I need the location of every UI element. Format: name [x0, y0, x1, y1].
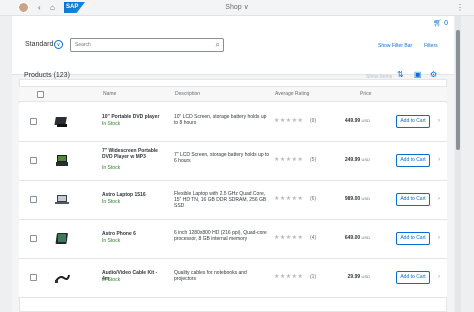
- dvd-player-image: [54, 117, 67, 127]
- product-description: Flexible Laptop with 2.5 GHz Quad Core, …: [174, 191, 267, 209]
- app-title-menu[interactable]: Shop ∨: [0, 3, 474, 11]
- currency: USD: [361, 118, 370, 123]
- column-header-rating[interactable]: Average Rating: [275, 91, 309, 97]
- product-description: 7" LCD Screen, storage battery holds up …: [174, 152, 270, 164]
- product-price: 249.99 USD: [332, 157, 370, 163]
- add-to-cart-button[interactable]: Add to Cart: [396, 154, 430, 167]
- cart-icon: 🛒︎: [433, 20, 443, 27]
- column-header-price[interactable]: Price: [360, 91, 371, 97]
- currency: USD: [361, 235, 370, 240]
- currency: USD: [361, 274, 370, 279]
- phone-image: [55, 233, 68, 244]
- show-filter-bar-link[interactable]: Show Filter Bar: [378, 43, 412, 49]
- more-icon[interactable]: ⋮: [456, 2, 464, 14]
- search-icon[interactable]: ⌕: [216, 40, 220, 50]
- price-value: 449.99: [344, 118, 361, 124]
- rating-stars: ★★★★★: [274, 157, 304, 163]
- column-header-description[interactable]: Description: [175, 91, 200, 97]
- row-navigation-icon[interactable]: ›: [438, 235, 440, 241]
- product-name[interactable]: 7" Widescreen Portable DVD Player w MP3: [102, 148, 164, 160]
- row-navigation-icon[interactable]: ›: [438, 274, 440, 280]
- add-to-cart-button[interactable]: Add to Cart: [396, 271, 430, 284]
- row-checkbox[interactable]: [30, 118, 37, 125]
- sort-icon[interactable]: ⇅: [397, 70, 404, 79]
- add-to-cart-button[interactable]: Add to Cart: [396, 193, 430, 206]
- product-name[interactable]: 10" Portable DVD player: [102, 114, 164, 120]
- product-price: 29.99 USD: [332, 274, 370, 280]
- table-row[interactable]: Astro Phone 6 In Stock 6 inch 1280x800 H…: [19, 220, 447, 259]
- price-value: 249.99: [344, 157, 361, 163]
- row-navigation-icon[interactable]: ›: [438, 196, 440, 202]
- stock-status: In Stock: [102, 238, 121, 244]
- page-content: 🛒︎ 0 Standard ∨ Search ⌕ Show Filter Bar…: [12, 16, 454, 312]
- group-icon[interactable]: ▣: [414, 70, 422, 79]
- stock-status: In Stock: [102, 199, 121, 205]
- row-checkbox[interactable]: [30, 235, 37, 242]
- product-description: Quality cables for notebooks and project…: [174, 270, 247, 282]
- currency: USD: [361, 196, 370, 201]
- shell-bar: ‹ ⌂ SAP Shop ∨ ⋮: [0, 0, 474, 16]
- currency: USD: [361, 157, 370, 162]
- row-checkbox[interactable]: [30, 157, 37, 164]
- price-value: 29.99: [347, 274, 361, 280]
- select-all-checkbox[interactable]: [37, 91, 44, 98]
- product-name[interactable]: Astro Phone 6: [102, 231, 164, 237]
- filters-link[interactable]: Filters: [424, 43, 438, 49]
- price-value: 649.00: [344, 235, 361, 241]
- variant-title[interactable]: Standard: [25, 41, 53, 48]
- rating-count: (5): [310, 157, 317, 163]
- column-header-name[interactable]: Name: [103, 91, 116, 97]
- stock-status: In Stock: [102, 165, 121, 171]
- stock-status: In Stock: [102, 277, 121, 283]
- rating-count: (6): [310, 196, 317, 202]
- product-price: 989.00 USD: [332, 196, 370, 202]
- rating-count: (9): [310, 118, 317, 124]
- table-row[interactable]: 7" Widescreen Portable DVD Player w MP3 …: [19, 142, 447, 181]
- table-header: Name Description Average Rating Price: [19, 86, 447, 102]
- app-title: Shop: [225, 4, 242, 11]
- table-row[interactable]: Astro Laptop 1516 In Stock Flexible Lapt…: [19, 181, 447, 220]
- add-to-cart-button[interactable]: Add to Cart: [396, 232, 430, 245]
- widescreen-dvd-player-image: [56, 155, 68, 166]
- product-name[interactable]: Astro Laptop 1516: [102, 192, 164, 198]
- cart-button[interactable]: 🛒︎ 0: [433, 19, 448, 27]
- laptop-image: [55, 195, 69, 204]
- product-description: 6 inch 1280x800 HD (216 ppi), Quad-core …: [174, 230, 267, 242]
- rating-stars: ★★★★★: [274, 118, 304, 124]
- product-price: 649.00 USD: [332, 235, 370, 241]
- settings-gear-icon[interactable]: ⚙: [430, 70, 437, 79]
- rating-stars: ★★★★★: [274, 196, 304, 202]
- table-title: Products (123): [24, 72, 70, 79]
- row-checkbox[interactable]: [30, 274, 37, 281]
- rating-count: (4): [310, 235, 317, 241]
- table-row[interactable]: 10" Portable DVD player In Stock 10" LCD…: [19, 103, 447, 142]
- table-row[interactable]: Audio/Video Cable Kit - 4m In Stock Qual…: [19, 259, 447, 298]
- filter-bar: Standard ∨ Search ⌕ Show Filter Bar Filt…: [12, 31, 454, 75]
- stock-status: In Stock: [102, 121, 121, 127]
- row-navigation-icon[interactable]: ›: [438, 118, 440, 124]
- search-placeholder: Search: [75, 42, 91, 48]
- variant-chevron-icon[interactable]: ∨: [54, 40, 63, 49]
- title-chevron-icon: ∨: [243, 4, 249, 11]
- product-price: 449.99 USD: [332, 118, 370, 124]
- row-checkbox[interactable]: [30, 196, 37, 203]
- add-to-cart-button[interactable]: Add to Cart: [396, 115, 430, 128]
- scrollbar-thumb[interactable]: [456, 30, 460, 150]
- rating-stars: ★★★★★: [274, 235, 304, 241]
- show-items-button[interactable]: Show Items: [366, 74, 392, 80]
- cable-kit-image: [55, 274, 70, 283]
- cart-count: 0: [444, 20, 448, 27]
- price-value: 989.00: [344, 196, 361, 202]
- rating-stars: ★★★★★: [274, 274, 304, 280]
- row-navigation-icon[interactable]: ›: [438, 157, 440, 163]
- rating-count: (1): [310, 274, 317, 280]
- search-input[interactable]: Search ⌕: [70, 38, 224, 52]
- product-description: 10" LCD Screen, storage battery holds up…: [174, 114, 267, 126]
